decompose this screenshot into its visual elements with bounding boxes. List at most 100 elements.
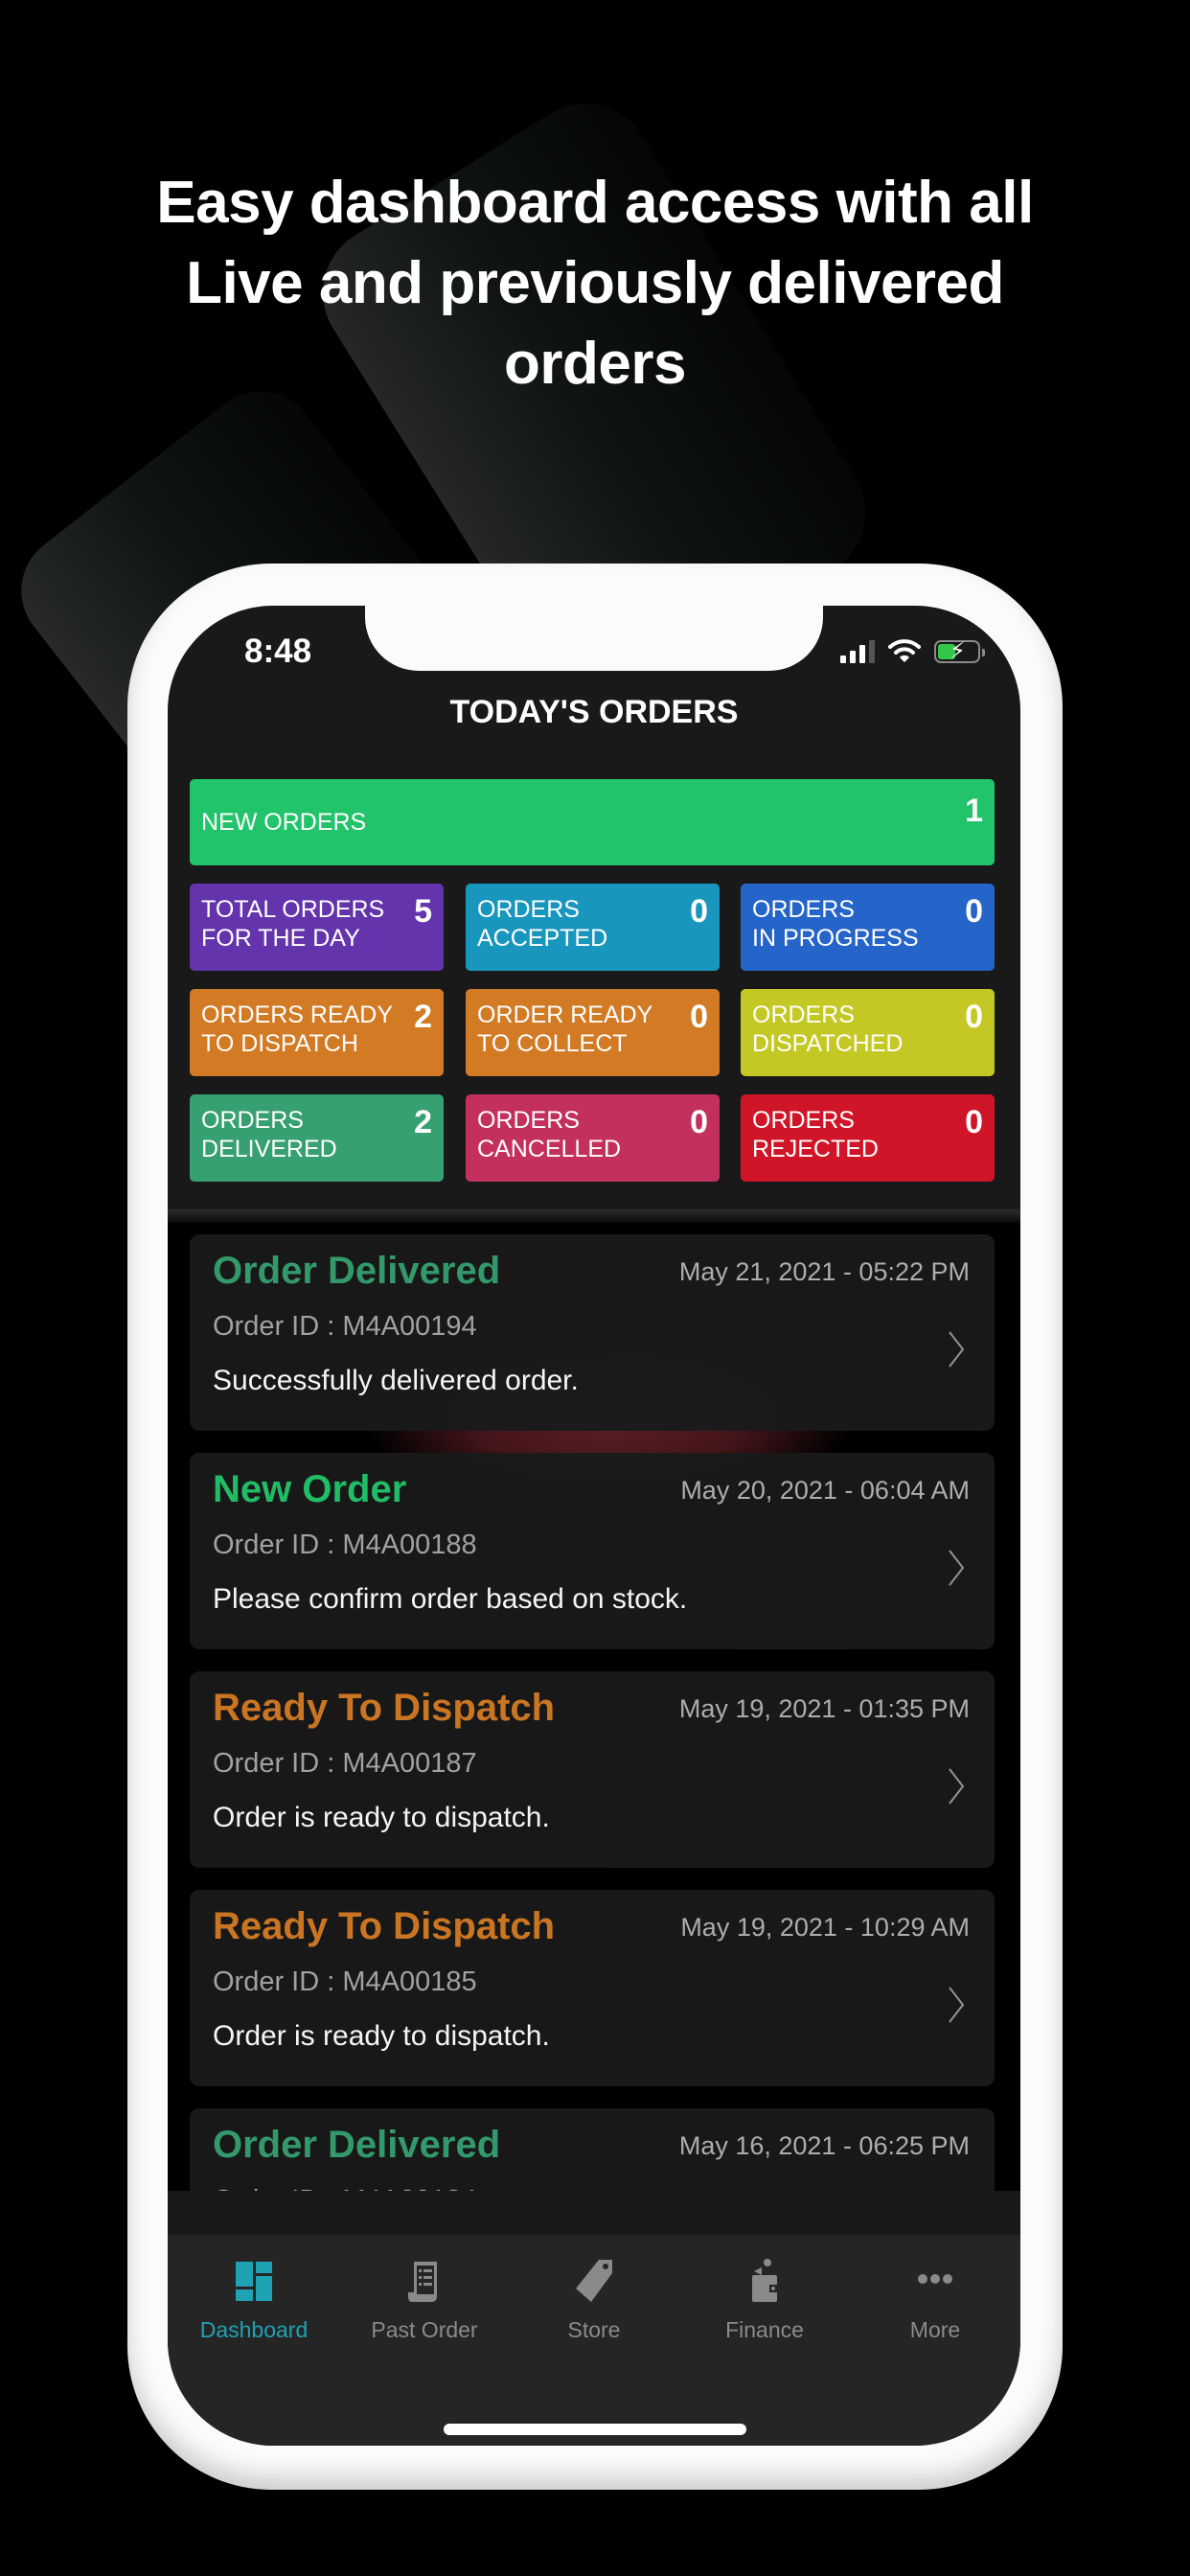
tile-label: TOTAL ORDERS FOR THE DAY <box>201 895 384 953</box>
wifi-icon <box>888 639 921 662</box>
chevron-right-icon <box>949 1768 965 1805</box>
order-card[interactable]: Ready To Dispatch May 19, 2021 - 10:29 A… <box>190 1890 995 2086</box>
tile-total-orders[interactable]: TOTAL ORDERS FOR THE DAY 5 <box>190 884 444 971</box>
tile-label-line: REJECTED <box>752 1136 879 1162</box>
tile-orders-rejected[interactable]: ORDERS REJECTED 0 <box>741 1094 995 1182</box>
tile-label-line: FOR THE DAY <box>201 925 360 952</box>
order-card[interactable]: Order Delivered May 21, 2021 - 05:22 PM … <box>190 1234 995 1431</box>
order-card[interactable]: Ready To Dispatch May 19, 2021 - 01:35 P… <box>190 1671 995 1868</box>
tile-label: NEW ORDERS <box>201 809 367 836</box>
tile-label-line: TOTAL ORDERS <box>201 896 385 923</box>
battery-charging-icon: ⚡ <box>934 639 985 664</box>
order-status: Ready To Dispatch <box>213 1687 556 1729</box>
tile-label-line: TO DISPATCH <box>201 1030 358 1057</box>
order-card[interactable]: New Order May 20, 2021 - 06:04 AM Order … <box>190 1453 995 1649</box>
tile-orders-dispatched[interactable]: ORDERS DISPATCHED 0 <box>741 989 995 1076</box>
tile-label: ORDERS IN PROGRESS <box>752 895 919 953</box>
tile-label-line: TO COLLECT <box>477 1030 628 1057</box>
tile-label: ORDERS ACCEPTED <box>477 895 607 953</box>
tile-label-line: ORDERS READY <box>201 1001 394 1028</box>
tile-orders-delivered[interactable]: ORDERS DELIVERED 2 <box>190 1094 444 1182</box>
bottom-tab-bar: Dashboard Past Order Store Finance More <box>168 2235 1020 2446</box>
order-id: Order ID : M4A00194 <box>213 1311 477 1342</box>
order-message: Order is ready to dispatch. <box>213 1802 550 1833</box>
tile-label: ORDERS REJECTED <box>752 1106 879 1163</box>
order-message: Please confirm order based on stock. <box>213 1583 688 1615</box>
tile-orders-in-progress[interactable]: ORDERS IN PROGRESS 0 <box>741 884 995 971</box>
tab-dashboard[interactable]: Dashboard <box>172 2258 335 2343</box>
tag-icon <box>576 2260 612 2302</box>
order-message: Order is ready to dispatch. <box>213 2020 550 2052</box>
tile-count: 0 <box>690 999 708 1035</box>
tab-finance[interactable]: Finance <box>683 2258 846 2343</box>
order-status: Order Delivered <box>213 2124 501 2166</box>
chevron-right-icon <box>949 1987 965 2023</box>
tile-label: ORDERS READY TO DISPATCH <box>201 1000 393 1058</box>
headline-line: Live and previously delivered <box>186 250 1004 316</box>
app-screen: 8:48 ⚡ TODAY'S ORDERS NEW ORDERS 1 TOTAL… <box>168 606 1020 2446</box>
tile-count: 2 <box>414 1104 432 1140</box>
tile-count: 0 <box>690 1104 708 1140</box>
tile-new-orders[interactable]: NEW ORDERS 1 <box>190 779 995 865</box>
wallet-icon <box>752 2259 778 2302</box>
tile-label-line: DELIVERED <box>201 1136 337 1162</box>
tile-label-line: IN PROGRESS <box>752 925 919 952</box>
tile-label-line: ORDERS <box>752 896 855 923</box>
order-date: May 20, 2021 - 06:04 AM <box>680 1476 970 1505</box>
phone-frame: 8:48 ⚡ TODAY'S ORDERS NEW ORDERS 1 TOTAL… <box>127 564 1063 2490</box>
tab-label: More <box>909 2317 961 2342</box>
tile-label-line: ORDER READY <box>477 1001 653 1028</box>
tab-label: Store <box>567 2317 621 2342</box>
tab-label: Past Order <box>371 2317 478 2342</box>
tile-count: 0 <box>965 893 983 930</box>
tile-label-line: ORDERS <box>752 1107 855 1134</box>
home-indicator[interactable] <box>444 2424 746 2435</box>
tile-label: ORDER READY TO COLLECT <box>477 1000 652 1058</box>
tile-label: ORDERS CANCELLED <box>477 1106 621 1163</box>
tile-label: ORDERS DISPATCHED <box>752 1000 903 1058</box>
tab-label: Dashboard <box>199 2317 309 2342</box>
dashboard-icon <box>236 2262 272 2301</box>
tile-label-line: ACCEPTED <box>477 925 608 952</box>
phone-notch <box>365 606 823 671</box>
order-date: May 21, 2021 - 05:22 PM <box>678 1257 970 1286</box>
order-date: May 19, 2021 - 01:35 PM <box>678 1694 970 1723</box>
tile-label-line: ORDERS <box>477 1107 580 1134</box>
tile-count: 0 <box>965 1104 983 1140</box>
orders-list[interactable]: Order Delivered May 21, 2021 - 05:22 PM … <box>168 1223 1020 2191</box>
order-id: Order ID : M4A00184 <box>213 2185 477 2191</box>
chevron-right-icon <box>949 1331 965 1368</box>
promo-headline: Easy dashboard access with all Live and … <box>0 163 1190 404</box>
receipt-icon <box>408 2262 437 2302</box>
tab-more[interactable]: More <box>854 2258 1017 2343</box>
page-title: TODAY'S ORDERS <box>449 694 739 730</box>
status-icons: ⚡ <box>840 638 985 664</box>
tab-label: Finance <box>725 2317 804 2342</box>
order-message: Successfully delivered order. <box>213 1365 579 1396</box>
tile-label-line: CANCELLED <box>477 1136 622 1162</box>
section-divider <box>168 1209 1020 1223</box>
order-status: Ready To Dispatch <box>213 1905 556 1947</box>
tile-orders-cancelled[interactable]: ORDERS CANCELLED 0 <box>466 1094 720 1182</box>
order-id: Order ID : M4A00187 <box>213 1748 477 1779</box>
tile-ready-to-dispatch[interactable]: ORDERS READY TO DISPATCH 2 <box>190 989 444 1076</box>
tile-label-line: ORDERS <box>752 1001 855 1028</box>
tile-count: 5 <box>414 893 432 930</box>
tile-count: 0 <box>965 999 983 1035</box>
tile-label-line: ORDERS <box>477 896 580 923</box>
order-status: New Order <box>213 1468 407 1510</box>
headline-line: orders <box>504 331 686 397</box>
order-id: Order ID : M4A00188 <box>213 1530 477 1560</box>
tile-count: 0 <box>690 893 708 930</box>
tile-count: 2 <box>414 999 432 1035</box>
tile-orders-accepted[interactable]: ORDERS ACCEPTED 0 <box>466 884 720 971</box>
tile-ready-to-collect[interactable]: ORDER READY TO COLLECT 0 <box>466 989 720 1076</box>
headline-line: Easy dashboard access with all <box>156 170 1034 236</box>
order-date: May 19, 2021 - 10:29 AM <box>680 1913 970 1942</box>
more-dots-icon <box>918 2274 952 2284</box>
order-card[interactable]: Order Delivered May 16, 2021 - 06:25 PM … <box>190 2108 995 2191</box>
order-status: Order Delivered <box>213 1250 501 1292</box>
tab-past-order[interactable]: Past Order <box>343 2258 506 2343</box>
tile-label: ORDERS DELIVERED <box>201 1106 337 1163</box>
tab-store[interactable]: Store <box>513 2258 675 2343</box>
